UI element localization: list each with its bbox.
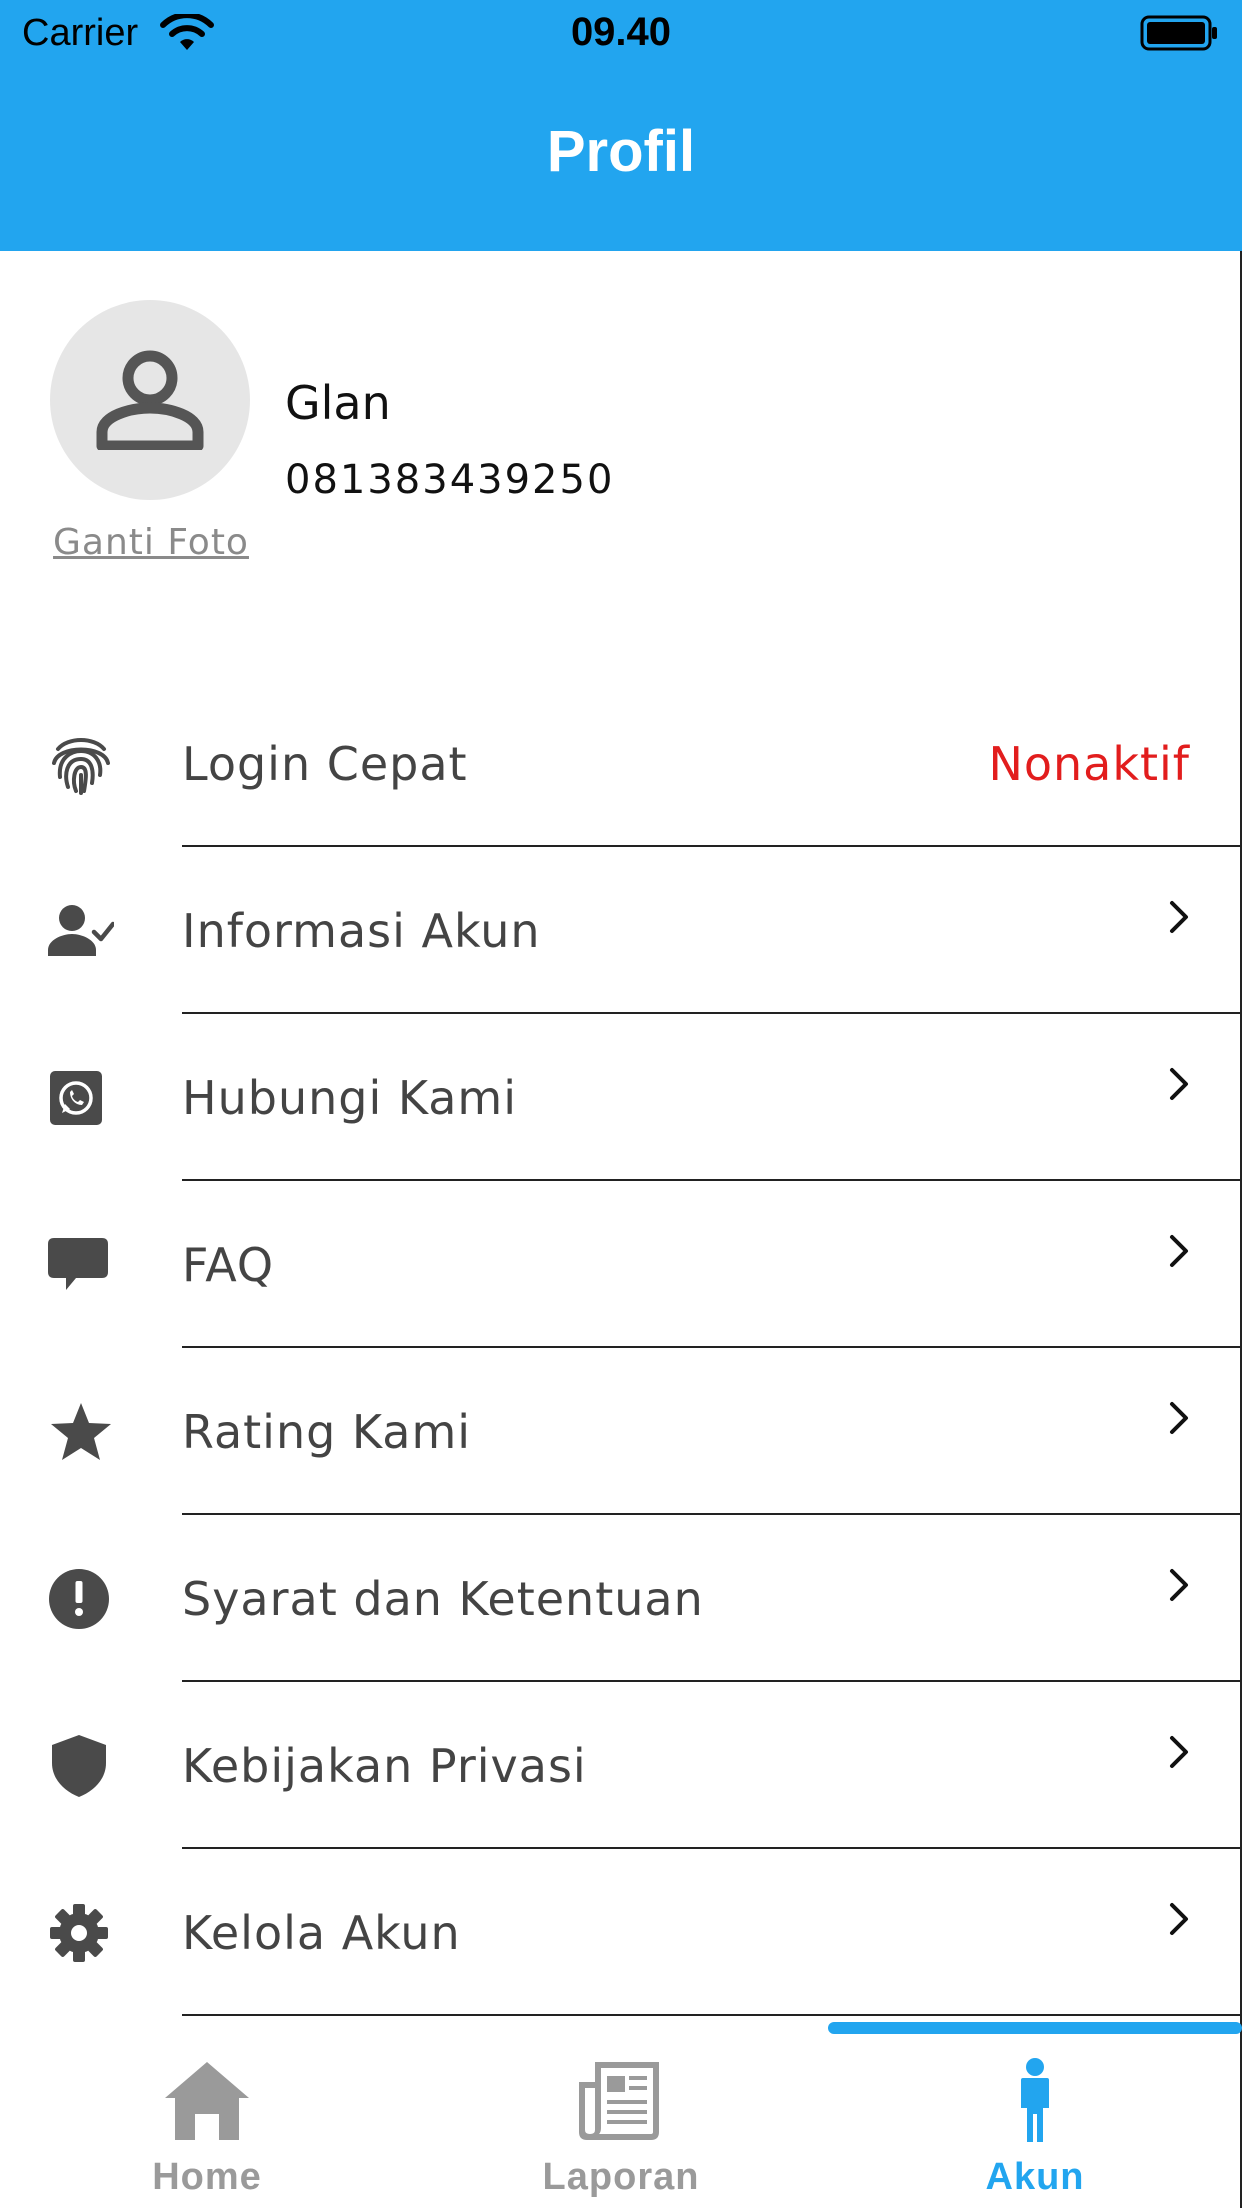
menu-item-login-cepat[interactable]: Login Cepat Nonaktif [0,680,1240,847]
battery-icon [1140,15,1217,51]
menu-item-rating-kami[interactable]: Rating Kami [0,1348,1240,1515]
avatar[interactable] [50,300,250,500]
person-outline-icon [96,350,204,450]
divider [182,2014,1240,2016]
bottom-nav: Home Laporan Akun [0,2034,1242,2208]
menu-item-syarat-dan-ketentuan[interactable]: Syarat dan Ketentuan [0,1515,1240,1682]
star-icon [48,1399,114,1465]
menu-item-label: FAQ [182,1237,275,1292]
menu-item-kelola-akun[interactable]: Kelola Akun [0,1849,1240,2016]
menu-item-hubungi-kami[interactable]: Hubungi Kami [0,1014,1240,1181]
tab-laporan[interactable]: Laporan [414,2034,828,2208]
user-phone: 081383439250 [285,457,615,503]
chevron-right-icon [1170,1569,1188,1602]
status-time: 09.40 [570,10,672,54]
menu-item-label: Kebijakan Privasi [182,1738,587,1793]
status-value: Nonaktif [988,736,1190,791]
page-title: Profil [546,119,696,184]
shield-icon [48,1733,114,1799]
chevron-right-icon [1170,901,1188,934]
menu-item-label: Rating Kami [182,1404,472,1459]
tab-home[interactable]: Home [0,2034,414,2208]
chevron-right-icon [1170,1068,1188,1101]
gear-icon [48,1900,114,1966]
user-name: Glan [285,376,391,430]
chevron-right-icon [1170,1402,1188,1435]
chat-bubble-icon [48,1232,114,1298]
settings-menu: Login Cepat Nonaktif Informasi Akun Hubu… [0,680,1240,2016]
change-photo-link[interactable]: Ganti Foto [50,522,252,563]
tab-akun[interactable]: Akun [828,2034,1242,2208]
menu-item-label: Hubungi Kami [182,1070,517,1125]
menu-item-label: Informasi Akun [182,903,541,958]
menu-item-label: Syarat dan Ketentuan [182,1571,704,1626]
chevron-right-icon [1170,1736,1188,1769]
home-icon [165,2062,249,2140]
menu-item-label: Kelola Akun [182,1905,461,1960]
chevron-right-icon [1170,1903,1188,1936]
person-icon [1021,2058,1049,2142]
active-tab-indicator [828,2022,1242,2034]
app-header: Carrier 09.40 Profil [0,0,1242,251]
tab-label: Akun [985,2156,1085,2198]
menu-item-faq[interactable]: FAQ [0,1181,1240,1348]
fingerprint-icon [48,731,114,797]
tab-label: Home [152,2156,262,2198]
tab-label: Laporan [542,2156,700,2198]
menu-item-kebijakan-privasi[interactable]: Kebijakan Privasi [0,1682,1240,1849]
menu-item-label: Login Cepat [182,736,468,791]
menu-item-informasi-akun[interactable]: Informasi Akun [0,847,1240,1014]
user-check-icon [48,898,114,964]
whatsapp-icon [48,1065,114,1131]
newspaper-icon [579,2062,659,2140]
exclamation-icon [48,1566,114,1632]
chevron-right-icon [1170,1235,1188,1268]
